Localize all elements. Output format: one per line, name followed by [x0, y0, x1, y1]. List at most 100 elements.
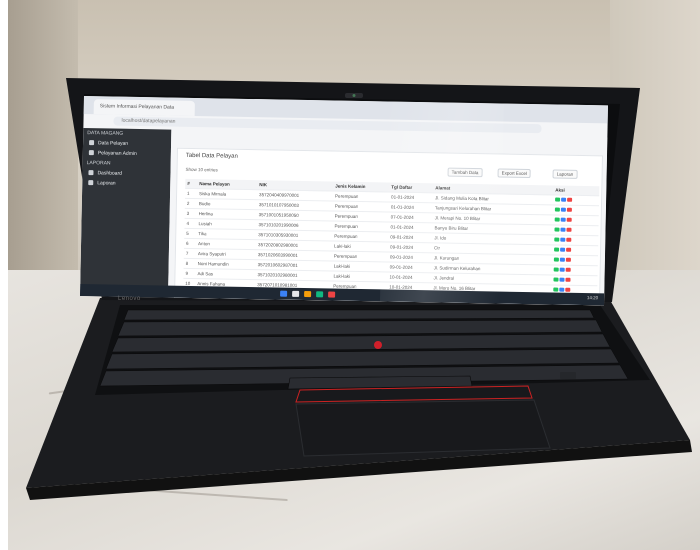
table-cell: Laki-laki	[334, 243, 351, 249]
table-cell: Perempuan	[335, 193, 359, 199]
view-icon[interactable]	[560, 217, 566, 222]
view-icon[interactable]	[559, 277, 565, 282]
sidebar-title: DATA MAGANG	[87, 130, 124, 137]
delete-icon[interactable]	[565, 257, 571, 262]
sidebar-item-laporan[interactable]: Laporan	[88, 180, 116, 187]
delete-icon[interactable]	[566, 217, 572, 222]
view-icon[interactable]	[559, 257, 565, 262]
edit-icon[interactable]	[554, 217, 560, 222]
table-cell: 3571010107950003	[258, 202, 299, 208]
table-cell: Perempuan	[333, 253, 358, 259]
table-cell: Adi Sas	[197, 271, 214, 277]
table-cell: Perempuan	[334, 233, 358, 239]
table-cell: 4	[186, 220, 190, 226]
row-actions	[553, 277, 571, 283]
table-cell: Noni Hamundin	[197, 261, 229, 267]
table-cell: Budio	[198, 201, 211, 207]
view-icon[interactable]	[560, 237, 566, 242]
edit-icon[interactable]	[555, 197, 561, 202]
view-icon[interactable]	[560, 227, 566, 232]
edit-icon[interactable]	[553, 287, 559, 292]
row-actions	[553, 257, 572, 263]
browser-tab[interactable]: Sistem Informasi Pelayanan Data	[93, 99, 195, 116]
photo: Sistem Informasi Pelayanan Data localhos…	[0, 0, 700, 550]
edit-icon[interactable]	[554, 207, 560, 212]
edit-icon[interactable]	[553, 277, 559, 282]
windows-icon[interactable]	[280, 290, 288, 297]
table-cell: Avira Syaputri	[197, 251, 226, 257]
row-actions	[554, 237, 572, 243]
table-cell: Siska Mirnala	[199, 191, 227, 197]
table-cell: 1	[187, 190, 190, 196]
fingerprint-reader	[560, 372, 576, 379]
laporan-button[interactable]: Laporan	[552, 169, 578, 179]
list-icon	[88, 150, 94, 156]
edit-icon[interactable]	[554, 247, 560, 252]
table-cell: Tika	[198, 231, 207, 237]
table-cell: 3	[186, 210, 190, 216]
table-cell: 8	[185, 260, 189, 266]
sidebar-item-data-pelayan[interactable]: Data Pelayan	[89, 140, 128, 147]
table-cell: Lusiah	[198, 221, 212, 227]
column-header: #	[187, 180, 190, 186]
sidebar-item-pelayanan-admin[interactable]: Pelayanan Admin	[88, 150, 137, 157]
sidebar-item-label: Dashboard	[97, 170, 122, 177]
search-icon[interactable]	[292, 290, 300, 297]
sidebar-item-label: Data Pelayan	[98, 140, 129, 147]
table-cell: Laki-laki	[333, 273, 351, 279]
folder-icon[interactable]	[304, 291, 312, 298]
delete-icon[interactable]	[566, 237, 572, 242]
table-cell: 3572020802980001	[258, 242, 299, 248]
trackpad	[295, 399, 551, 457]
table-cell: Perempuan	[334, 203, 359, 209]
browser-icon[interactable]	[316, 291, 324, 298]
show-entries[interactable]: Show 10 entries	[186, 167, 218, 173]
view-icon[interactable]	[560, 207, 566, 212]
table-cell: Herlina	[198, 211, 214, 217]
table-cell: 3571010305930001	[258, 232, 299, 238]
view-icon[interactable]	[560, 247, 566, 252]
edit-icon[interactable]	[554, 227, 560, 232]
view-icon[interactable]	[561, 197, 567, 202]
user-icon	[89, 140, 95, 146]
view-icon[interactable]	[559, 267, 565, 272]
delete-icon[interactable]	[567, 197, 573, 202]
screen-glare	[380, 101, 504, 304]
table-cell: Anton	[198, 241, 210, 247]
table-cell: 3572010602987001	[257, 262, 298, 268]
delete-icon[interactable]	[566, 227, 572, 232]
delete-icon[interactable]	[566, 207, 572, 212]
table-cell: 2	[186, 200, 190, 206]
table-cell: 6	[186, 240, 189, 246]
edit-icon[interactable]	[554, 237, 560, 242]
trackpoint-icon	[374, 341, 382, 349]
table-cell: 3571020102980001	[257, 272, 298, 278]
column-header: NIK	[259, 182, 268, 188]
row-actions	[554, 207, 573, 213]
laptop-screen: Sistem Informasi Pelayanan Data localhos…	[80, 96, 608, 306]
dashboard-icon	[88, 170, 94, 176]
table-cell: Perempuan	[334, 223, 358, 229]
delete-icon[interactable]	[565, 277, 571, 282]
sidebar-section-title: LAPORAN	[86, 160, 111, 167]
table-cell: 5	[186, 230, 189, 236]
delete-icon[interactable]	[566, 247, 572, 252]
edit-icon[interactable]	[553, 257, 559, 262]
table-cell: 9	[185, 270, 189, 276]
column-header: Nama Pelayan	[199, 181, 230, 187]
column-header: Jenis Kelamin	[335, 183, 366, 190]
table-cell: 3571020603990001	[257, 252, 298, 258]
sidebar-item-label: Pelayanan Admin	[97, 150, 137, 157]
taskbar-clock: 14:20	[586, 295, 599, 301]
table-cell: 3571001051950050	[258, 212, 299, 218]
delete-icon[interactable]	[565, 287, 571, 292]
row-actions	[554, 227, 572, 233]
card-title: Tabel Data Pelayan	[185, 152, 238, 160]
row-actions	[555, 197, 573, 203]
report-icon	[88, 180, 94, 186]
view-icon[interactable]	[559, 287, 565, 292]
app-icon[interactable]	[328, 291, 336, 298]
delete-icon[interactable]	[565, 267, 571, 272]
edit-icon[interactable]	[553, 267, 559, 272]
sidebar-item-dashboard[interactable]: Dashboard	[88, 170, 122, 177]
